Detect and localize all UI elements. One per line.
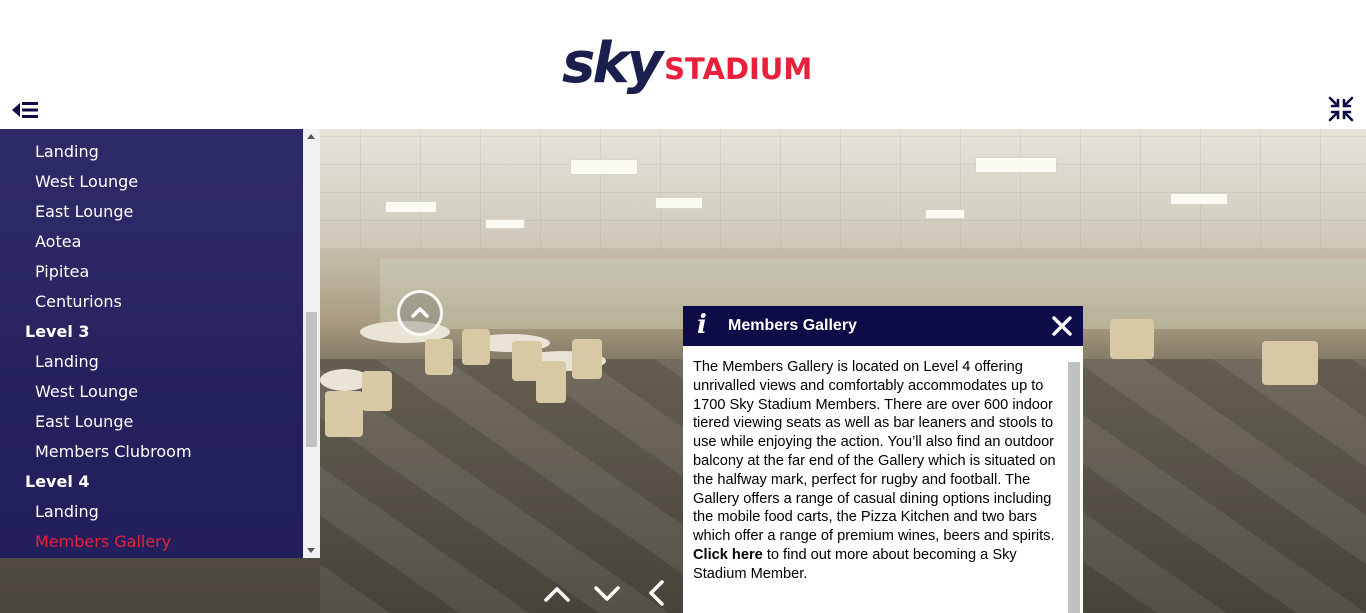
location-list: Landing West Lounge East Lounge Aotea Pipite…	[0, 129, 303, 557]
scroll-down-arrow-icon[interactable]	[307, 548, 315, 553]
info-panel-body: The Members Gallery is located on Level …	[693, 358, 1058, 584]
menu-item-members-clubroom[interactable]: Members Clubroom	[0, 437, 303, 467]
close-icon[interactable]	[1052, 316, 1072, 336]
ceiling-light	[975, 157, 1057, 173]
info-panel-header: i Members Gallery	[683, 306, 1083, 346]
menu-heading-level-3[interactable]: Level 3	[0, 317, 303, 347]
menu-item-landing[interactable]: Landing	[0, 137, 303, 167]
chair	[1110, 319, 1154, 359]
menu-item-east-lounge[interactable]: East Lounge	[0, 407, 303, 437]
info-panel: i Members Gallery The Members Gallery is…	[683, 306, 1083, 613]
ceiling-light	[1170, 193, 1228, 205]
fullscreen-exit-icon[interactable]	[1328, 96, 1354, 122]
menu-item-west-lounge[interactable]: West Lounge	[0, 377, 303, 407]
location-menu: Landing West Lounge East Lounge Aotea Pipite…	[0, 129, 303, 558]
chair	[1262, 341, 1318, 385]
menu-item-west-lounge[interactable]: West Lounge	[0, 167, 303, 197]
ceiling-light	[385, 201, 437, 213]
scroll-thumb[interactable]	[306, 312, 317, 447]
chair	[462, 329, 490, 365]
info-panel-title: Members Gallery	[728, 317, 857, 334]
chair	[325, 391, 363, 437]
menu-item-pipitea[interactable]: Pipitea	[0, 257, 303, 287]
chair	[572, 339, 602, 379]
info-description: The Members Gallery is located on Level …	[693, 359, 1056, 545]
down-arrow-icon[interactable]	[590, 578, 624, 608]
ceiling-light	[655, 197, 703, 209]
info-icon: i	[697, 310, 707, 340]
logo-stadium-text: STADIUM	[664, 52, 813, 86]
chair	[536, 361, 566, 403]
menu-item-east-lounge[interactable]: East Lounge	[0, 197, 303, 227]
scroll-up-arrow-icon[interactable]	[307, 134, 315, 139]
menu-item-members-gallery[interactable]: Members Gallery	[0, 527, 303, 557]
chair	[362, 371, 392, 411]
ceiling-light	[485, 219, 525, 229]
left-arrow-icon[interactable]	[640, 578, 674, 608]
chair	[425, 339, 453, 375]
hotspot-chevron-up-circle-icon[interactable]	[397, 290, 443, 336]
menu-item-centurions[interactable]: Centurions	[0, 287, 303, 317]
menu-item-landing[interactable]: Landing	[0, 497, 303, 527]
ceiling-light	[570, 159, 638, 175]
header: sky STADIUM	[0, 0, 1366, 129]
menu-heading-level-4[interactable]: Level 4	[0, 467, 303, 497]
menu-scrollbar[interactable]	[303, 129, 320, 558]
menu-item-landing[interactable]: Landing	[0, 347, 303, 377]
up-arrow-icon[interactable]	[540, 578, 574, 608]
click-here-link[interactable]: Click here	[693, 547, 763, 563]
ceiling-light	[925, 209, 965, 219]
logo-sky-text: sky	[562, 31, 663, 96]
navigation-controls	[540, 578, 674, 608]
info-panel-scrollbar[interactable]	[1068, 362, 1080, 613]
menu-item-aotea[interactable]: Aotea	[0, 227, 303, 257]
menu-collapse-icon[interactable]	[11, 99, 39, 121]
sky-stadium-logo[interactable]: sky STADIUM	[562, 28, 812, 92]
